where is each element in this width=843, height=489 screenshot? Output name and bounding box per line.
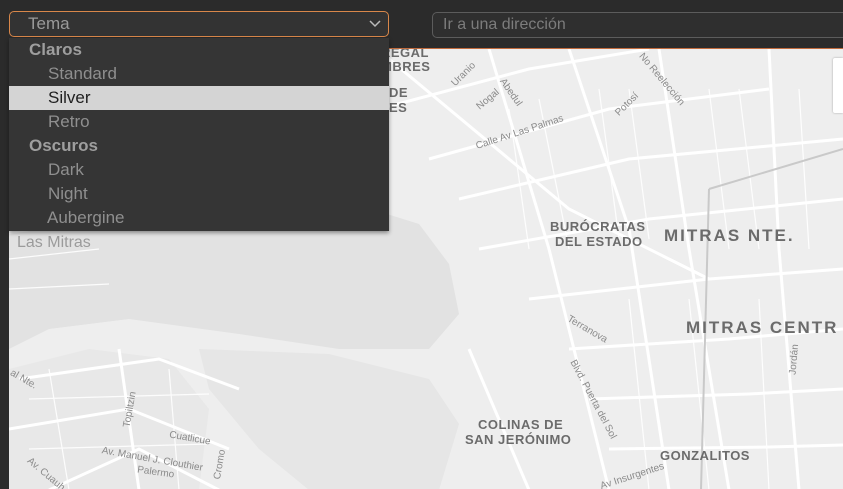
map-control[interactable] [833, 58, 843, 113]
group-label-oscuros: Oscuros [29, 136, 98, 155]
district-label: DE [389, 85, 409, 100]
district-label: MITRAS CENTR [686, 318, 839, 337]
district-label: COLINAS DE [478, 417, 564, 432]
theme-select-value: Tema [28, 14, 70, 33]
district-label: DEL ESTADO [555, 234, 643, 249]
option-aubergine[interactable]: Aubergine [9, 206, 389, 230]
option-silver[interactable]: Silver [9, 86, 389, 110]
district-label: MITRAS NTE. [664, 226, 795, 245]
district-label: SAN JERÓNIMO [465, 432, 572, 447]
group-label-claros: Claros [29, 40, 82, 59]
option-dark[interactable]: Dark [9, 158, 389, 182]
address-placeholder: Ir a una dirección [443, 16, 566, 33]
district-label: BURÓCRATAS [550, 219, 646, 234]
address-input[interactable]: Ir a una dirección [432, 12, 843, 38]
district-label: ES [389, 100, 408, 115]
option-standard[interactable]: Standard [9, 62, 389, 86]
option-retro[interactable]: Retro [9, 110, 389, 134]
theme-dropdown: Claros Standard Silver Retro Oscuros Dar… [9, 38, 389, 231]
option-night[interactable]: Night [9, 182, 389, 206]
district-label: Las Mitras [17, 234, 91, 251]
chevron-down-icon [369, 20, 381, 28]
theme-select[interactable]: Tema [9, 11, 389, 37]
district-label: GONZALITOS [660, 448, 750, 463]
